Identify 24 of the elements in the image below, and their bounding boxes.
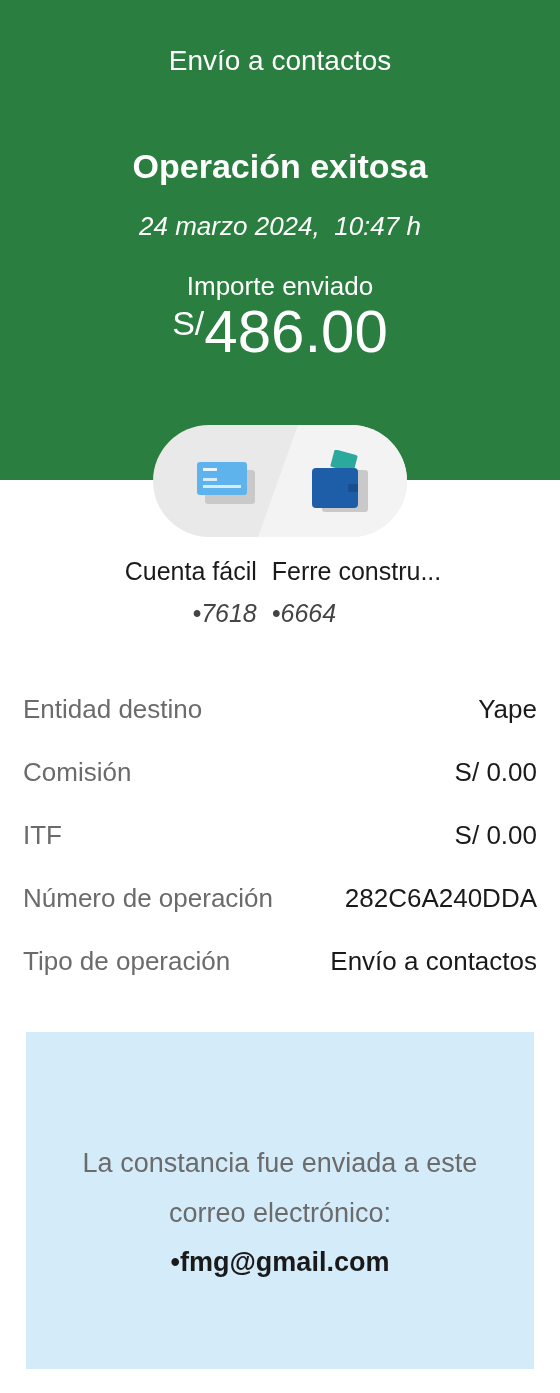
- status-heading: Operación exitosa: [132, 146, 428, 186]
- wallet-icon: [312, 450, 368, 512]
- detail-label: Entidad destino: [23, 692, 203, 726]
- detail-value: S/ 0.00: [454, 755, 537, 789]
- account-name: Ferre constru...: [271, 556, 442, 586]
- account-number: •7618: [192, 598, 257, 628]
- bank-card-icon: [197, 462, 255, 504]
- notice-text: La constancia fue enviada a este correo electrónico:: [81, 1147, 479, 1231]
- date-time: 24 marzo 2024, 10:47 h: [139, 210, 421, 242]
- detail-label: ITF: [23, 818, 62, 852]
- amount-value: 486.00: [204, 302, 388, 362]
- detail-label: Comisión: [23, 755, 132, 789]
- detail-value: Envío a contactos: [330, 944, 537, 978]
- currency-symbol: S/: [172, 306, 205, 340]
- detail-label: Tipo de operación: [23, 944, 231, 978]
- detail-value: Yape: [478, 692, 537, 726]
- detail-value: S/ 0.00: [454, 818, 537, 852]
- detail-label: Número de operación: [23, 881, 274, 915]
- screen-title: Envío a contactos: [168, 44, 392, 78]
- account-name: Cuenta fácil: [124, 556, 257, 586]
- detail-value: 282C6A240DDA: [344, 881, 537, 915]
- amount-label: Importe enviado: [186, 270, 374, 302]
- email-address: •fmg@gmail.com: [170, 1246, 390, 1280]
- account-number: •6664: [271, 598, 337, 628]
